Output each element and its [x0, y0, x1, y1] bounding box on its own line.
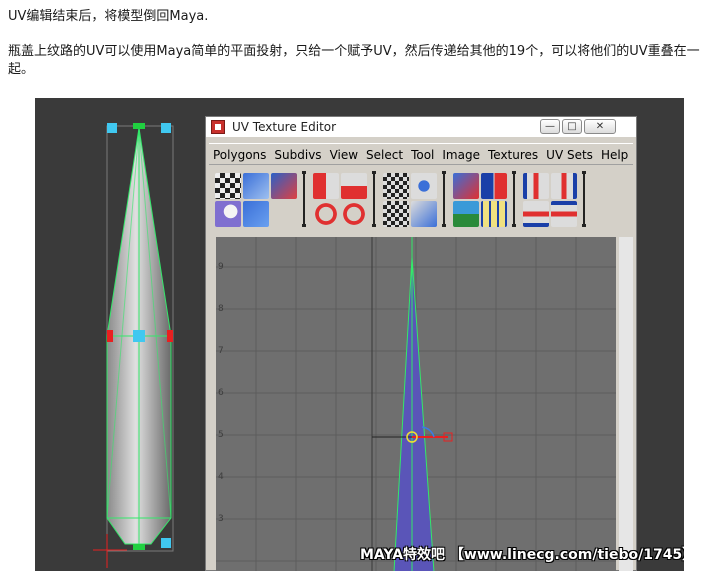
grab-icon[interactable]	[215, 201, 241, 227]
unfold-icon[interactable]	[383, 173, 409, 199]
menu-image[interactable]: Image	[438, 145, 484, 165]
group-icon[interactable]	[453, 201, 479, 227]
menu-tool[interactable]: Tool	[407, 145, 438, 165]
uv-tick-label: 8	[218, 304, 224, 314]
intro-text: UV编辑结束后，将模型倒回Maya.	[8, 9, 209, 24]
handle-mid-left[interactable]	[107, 330, 113, 342]
move-uv-icon[interactable]	[243, 173, 269, 199]
uv-texture-editor-window: UV Texture Editor — □ ✕ Polygons Subdivs V…	[205, 116, 637, 571]
relax-icon[interactable]	[411, 201, 437, 227]
toolbar-separator	[582, 171, 586, 227]
handle-top-right[interactable]	[161, 123, 171, 133]
uv-editor-viewport[interactable]: 9 8 7 6 5 4 3	[216, 237, 616, 571]
layout-icon[interactable]	[411, 173, 437, 199]
sew-icon[interactable]	[481, 173, 507, 199]
menu-uv-sets[interactable]: UV Sets	[542, 145, 597, 165]
close-button[interactable]: ✕	[584, 119, 616, 134]
minimize-button[interactable]: —	[540, 119, 560, 134]
menu-textures[interactable]: Textures	[484, 145, 542, 165]
snapshot-icon[interactable]	[243, 201, 269, 227]
handle-center[interactable]	[133, 330, 145, 342]
flip-v-icon[interactable]	[341, 173, 367, 199]
toolbar-separator	[302, 171, 306, 227]
menu-bar: Polygons Subdivs View Select Tool Image Textur…	[209, 143, 633, 165]
rotate-ccw-icon[interactable]	[313, 201, 339, 227]
uv-tick-label: 5	[218, 430, 224, 440]
title-bar[interactable]: UV Texture Editor — □ ✕	[206, 117, 636, 137]
uv-shell[interactable]	[393, 256, 435, 571]
map-icon[interactable]	[383, 201, 409, 227]
vertical-scrollbar[interactable]	[619, 237, 633, 571]
window-title: UV Texture Editor	[232, 120, 337, 134]
maximize-button[interactable]: □	[562, 119, 582, 134]
align-bottom-icon[interactable]	[523, 201, 549, 227]
maya-screenshot: UV Texture Editor — □ ✕ Polygons Subdivs V…	[35, 98, 684, 571]
uv-tick-label: 4	[218, 472, 224, 482]
uv-canvas	[216, 237, 616, 571]
handle-top-center[interactable]	[133, 123, 145, 129]
toolbar-separator	[372, 171, 376, 227]
menu-help[interactable]: Help	[597, 145, 632, 165]
uv-tick-label: 9	[218, 262, 224, 272]
uv-tick-label: 6	[218, 388, 224, 398]
align-top-icon[interactable]	[551, 201, 577, 227]
toolbar-separator	[512, 171, 516, 227]
viewport-model	[93, 123, 174, 568]
cut-icon[interactable]	[453, 173, 479, 199]
handle-bottom-right[interactable]	[161, 538, 171, 548]
checker-icon[interactable]	[215, 173, 241, 199]
menu-subdivs[interactable]: Subdivs	[270, 145, 325, 165]
rotate-cw-icon[interactable]	[341, 201, 367, 227]
uv-tick-label: 7	[218, 346, 224, 356]
flip-u-icon[interactable]	[313, 173, 339, 199]
toolbar-separator	[442, 171, 446, 227]
align-right-icon[interactable]	[551, 173, 577, 199]
toolbar	[209, 167, 633, 232]
rotate-uv-icon[interactable]	[271, 173, 297, 199]
align-left-icon[interactable]	[523, 173, 549, 199]
handle-top-left[interactable]	[107, 123, 117, 133]
grid-snap-icon[interactable]	[481, 201, 507, 227]
watermark: MAYA特效吧 【www.linecg.com/tiebo/1745】	[360, 547, 684, 563]
uv-tick-label: 3	[218, 514, 224, 524]
menu-polygons[interactable]: Polygons	[209, 145, 270, 165]
handle-mid-right[interactable]	[167, 330, 173, 342]
handle-bottom-center[interactable]	[133, 544, 145, 550]
maya-app-icon	[211, 120, 225, 134]
description-text: 瓶盖上纹路的UV可以使用Maya简单的平面投射，只给一个赋予UV，然后传递给其他…	[8, 44, 700, 77]
menu-view[interactable]: View	[326, 145, 362, 165]
menu-select[interactable]: Select	[362, 145, 407, 165]
